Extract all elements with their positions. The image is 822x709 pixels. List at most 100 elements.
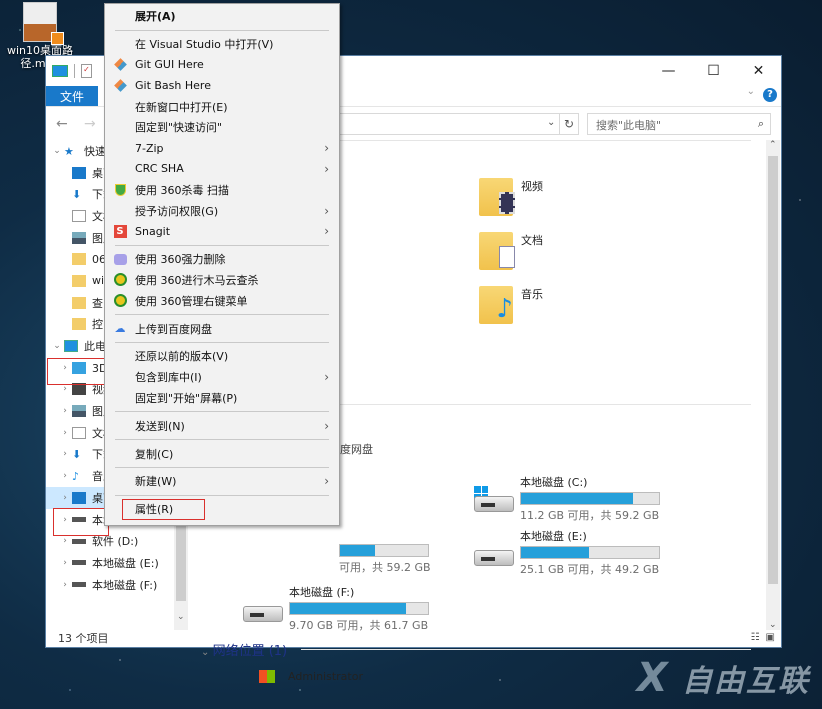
status-bar: 13 个项目 ☷ ▣ — [46, 627, 781, 647]
submenu-arrow-icon: › — [324, 141, 329, 156]
drive-item[interactable]: 本地磁盘 (F:) 9.70 GB 可用，共 61.7 GB — [289, 584, 479, 633]
drive-icon — [474, 550, 514, 566]
menu-item[interactable]: 在新窗口中打开(E) — [105, 96, 339, 117]
expand-arrow-icon[interactable]: › — [58, 449, 72, 459]
menu-item-label: 授予访问权限(G) — [135, 204, 219, 218]
search-input[interactable]: 搜索"此电脑" ⌕ — [587, 113, 771, 135]
sidebar-item[interactable]: › 本地磁盘 (F:) — [46, 574, 189, 596]
expand-arrow-icon[interactable]: ⌄ — [50, 146, 64, 156]
usage-bar-fill — [521, 493, 633, 504]
expand-arrow-icon[interactable]: ⌄ — [50, 341, 64, 351]
menu-item[interactable]: 7-Zip › — [105, 138, 339, 159]
expand-arrow-icon[interactable]: › — [58, 384, 72, 394]
expand-arrow-icon[interactable]: › — [58, 428, 72, 438]
expand-arrow-icon[interactable]: › — [58, 406, 72, 416]
large-icons-view-icon[interactable]: ▣ — [766, 632, 775, 643]
tab-file[interactable]: 文件 — [46, 86, 98, 106]
usage-bar-fill — [521, 547, 589, 558]
properties-icon[interactable]: ✓ — [81, 64, 92, 78]
menu-separator — [115, 466, 329, 468]
menu-item[interactable]: 包含到库中(I) › — [105, 367, 339, 388]
sidebar-scroll-down-icon[interactable]: ⌄ — [177, 612, 185, 622]
divider — [74, 64, 75, 78]
menu-item[interactable]: 使用 360进行木马云查杀 — [105, 270, 339, 291]
menu-separator — [115, 341, 329, 343]
play-badge-icon — [51, 32, 64, 45]
minimize-button[interactable]: — — [646, 56, 691, 86]
menu-item[interactable]: 使用 360杀毒 扫描 — [105, 179, 339, 200]
divider — [301, 649, 751, 650]
usage-bar-fill — [340, 545, 376, 556]
help-icon[interactable]: ? — [763, 88, 777, 102]
menu-item-label: 包含到库中(I) — [135, 371, 202, 385]
refresh-button[interactable]: ↻ — [559, 113, 579, 135]
menu-item[interactable]: 在 Visual Studio 中打开(V) — [105, 34, 339, 55]
menu-item[interactable]: 固定到"开始"屏幕(P) — [105, 388, 339, 409]
menu-item[interactable]: CRC SHA › — [105, 159, 339, 180]
sidebar-item[interactable]: › 本地磁盘 (E:) — [46, 552, 189, 574]
watermark-logo: X 自由互联 — [636, 655, 810, 701]
forward-button[interactable]: → — [84, 116, 96, 132]
drive-item[interactable]: 本地磁盘 (C:) 11.2 GB 可用，共 59.2 GB — [520, 474, 710, 523]
sidebar-item-label: 本地磁盘 (F:) — [92, 578, 158, 592]
details-view-icon[interactable]: ☷ — [751, 632, 760, 643]
drive-icon — [72, 538, 86, 544]
menu-item[interactable]: S Snagit › — [105, 221, 339, 242]
menu-item[interactable]: Git GUI Here — [105, 55, 339, 76]
network-item[interactable]: Administrator — [288, 670, 363, 683]
computer-icon — [52, 65, 68, 77]
expand-arrow-icon[interactable]: › — [58, 558, 72, 568]
menu-item[interactable]: 还原以前的版本(V) — [105, 346, 339, 367]
usage-bar — [520, 492, 660, 505]
menu-item[interactable]: Git Bash Here — [105, 75, 339, 96]
drive-item[interactable]: 本地磁盘 (E:) 25.1 GB 可用，共 49.2 GB — [520, 528, 710, 577]
menu-item-label: 使用 360杀毒 扫描 — [135, 183, 229, 197]
menu-separator — [115, 29, 329, 31]
menu-item[interactable]: 展开(A) — [105, 6, 339, 27]
sidebar-item-label: 控 — [92, 318, 103, 332]
git-icon — [105, 58, 135, 72]
expand-ribbon-icon[interactable]: ⌄ — [747, 86, 755, 97]
menu-item[interactable]: 固定到"快速访问" — [105, 117, 339, 138]
submenu-arrow-icon: › — [324, 161, 329, 176]
menu-item[interactable]: ☁ 上传到百度网盘 — [105, 318, 339, 339]
360-delete-icon — [105, 253, 135, 265]
folder-icon — [72, 274, 86, 287]
back-button[interactable]: ← — [56, 116, 68, 132]
address-bar[interactable] — [336, 113, 559, 135]
drive-icon — [72, 560, 86, 566]
menu-item-label: 展开(A) — [135, 10, 176, 24]
maximize-button[interactable]: ☐ — [691, 56, 736, 86]
expand-arrow-icon[interactable]: › — [58, 493, 72, 503]
menu-separator — [115, 244, 329, 246]
document-folder-icon — [479, 232, 515, 270]
menu-item-label: 在新窗口中打开(E) — [135, 100, 228, 114]
menu-item-label: 发送到(N) — [135, 419, 185, 433]
git-icon — [105, 79, 135, 93]
menu-item[interactable]: 使用 360强力删除 — [105, 249, 339, 270]
snagit-icon: S — [105, 224, 135, 238]
content-scrollbar[interactable]: ⌃ ⌄ — [766, 140, 780, 630]
menu-item[interactable]: 授予访问权限(G) › — [105, 200, 339, 221]
menu-item-label: 新建(W) — [135, 475, 177, 489]
folder-item[interactable]: 文档 — [479, 232, 543, 270]
highlight-this-pc — [47, 358, 107, 385]
content-scroll-thumb[interactable] — [768, 156, 778, 584]
menu-item-label: 7-Zip — [135, 141, 164, 155]
menu-item[interactable]: 使用 360管理右键菜单 — [105, 290, 339, 311]
expand-arrow-icon[interactable]: › — [58, 536, 72, 546]
folder-item[interactable]: ♪ 音乐 — [479, 286, 543, 324]
menu-item[interactable]: 复制(C) — [105, 443, 339, 464]
address-dropdown-icon[interactable]: ⌄ — [547, 117, 555, 128]
drive-item[interactable]: 可用，共 59.2 GB — [289, 544, 479, 575]
usage-bar — [520, 546, 660, 559]
menu-item[interactable]: 新建(W) › — [105, 471, 339, 492]
expand-arrow-icon[interactable]: › — [58, 471, 72, 481]
menu-separator — [115, 439, 329, 441]
close-button[interactable]: ✕ — [736, 56, 781, 86]
scroll-up-icon[interactable]: ⌃ — [769, 140, 777, 150]
expand-arrow-icon[interactable]: › — [58, 580, 72, 590]
360-scan-icon — [105, 273, 135, 287]
folder-item[interactable]: 视频 — [479, 178, 543, 216]
menu-item[interactable]: 发送到(N) › — [105, 415, 339, 436]
